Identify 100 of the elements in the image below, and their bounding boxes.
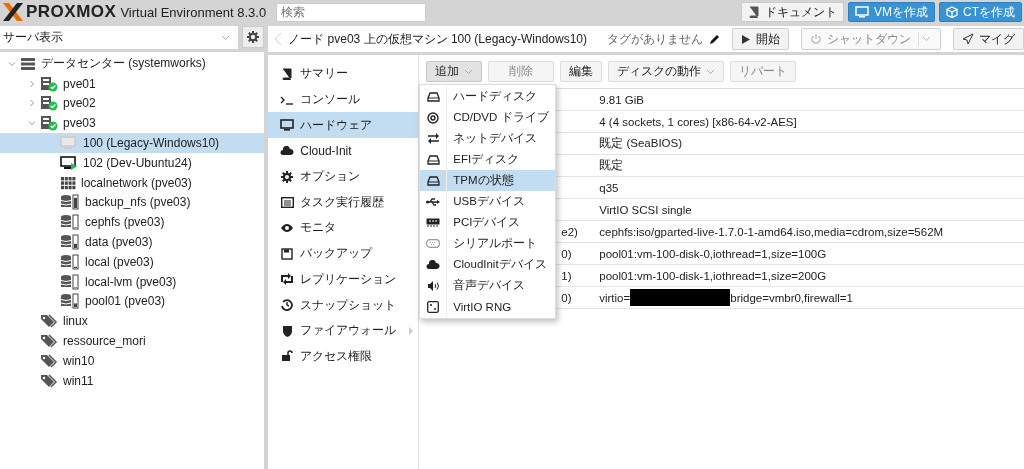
server-check-icon	[40, 75, 58, 92]
nav-item[interactable]: Cloud-Init	[268, 138, 419, 164]
disc-icon	[427, 111, 440, 124]
logo-icon	[2, 2, 24, 22]
menu-item[interactable]: USBデバイス	[420, 191, 556, 212]
product-name: PROXMOX	[26, 2, 117, 22]
table-cell: 4 (4 sockets, 1 cores) [x86-64-v2-AES]	[599, 115, 797, 128]
unlock-icon	[281, 350, 294, 363]
exchange-icon	[426, 133, 440, 144]
tree-item[interactable]: pool01 (pve03)	[0, 291, 265, 312]
documentation-button[interactable]: ドキュメント	[741, 2, 844, 22]
chevron-down-icon	[221, 34, 231, 41]
toolbar-button[interactable]: 編集	[560, 61, 603, 82]
menu-item[interactable]: CD/DVD ドライブ	[420, 107, 556, 128]
table-cell: virtio=	[599, 291, 631, 304]
page-title: ノード pve03 上の仮想マシン 100 (Legacy-Windows10)	[288, 30, 587, 48]
hard-drive-icon	[426, 175, 440, 186]
migrate-button[interactable]: マイグ	[953, 28, 1024, 50]
pencil-icon[interactable]	[709, 33, 720, 45]
nav-item[interactable]: コンソール	[268, 86, 419, 113]
table-cell: VirtIO SCSI single	[599, 203, 692, 216]
view-select[interactable]: サーバ表示	[0, 26, 239, 49]
chevron-right-icon[interactable]	[28, 99, 36, 108]
tags-icon	[40, 333, 58, 350]
tree-item[interactable]: linux	[0, 311, 265, 332]
menu-item[interactable]: TPMの状態	[420, 170, 556, 191]
hard-drive-icon	[426, 91, 440, 102]
cloud-icon	[426, 259, 441, 270]
server-check-icon	[40, 95, 58, 112]
nav-item[interactable]: アクセス権限	[268, 343, 419, 370]
tree-item[interactable]: data (pve03)	[0, 232, 265, 252]
retweet-icon	[280, 273, 295, 286]
tree-item[interactable]: データセンター (systemworks)	[0, 54, 265, 74]
tree-item[interactable]: 100 (Legacy-Windows10)	[0, 133, 265, 153]
nav-item[interactable]: サマリー	[268, 61, 419, 87]
tags-icon	[40, 372, 58, 389]
table-cell: q35	[599, 181, 619, 194]
tree-item[interactable]: backup_nfs (pve03)	[0, 192, 265, 213]
tree-item[interactable]: local (pve03)	[0, 251, 265, 272]
terminal-icon	[280, 94, 295, 105]
tags-label: タグがありません	[607, 30, 703, 48]
table-cell: 0)	[561, 291, 572, 304]
tree-item[interactable]: win11	[0, 370, 265, 391]
play-icon	[741, 33, 751, 45]
power-icon	[810, 33, 822, 45]
search-field[interactable]: 検索	[276, 2, 427, 22]
menu-item[interactable]: ハードディスク	[420, 86, 556, 107]
floppy-icon	[281, 247, 294, 260]
server-rack-icon	[20, 56, 36, 71]
menu-item[interactable]: CloudInitデバイス	[420, 254, 556, 275]
speaker-icon	[426, 280, 440, 291]
monitor-icon	[855, 6, 869, 18]
tree-item[interactable]: pve01	[0, 73, 265, 94]
tree-item[interactable]: pve03	[0, 113, 265, 134]
table-cell: pool01:vm-100-disk-0,iothread=1,size=100G	[599, 247, 827, 260]
tree-item[interactable]: localnetwork (pve03)	[0, 172, 265, 193]
nav-item[interactable]: オプション	[268, 163, 419, 190]
table-cell: cephfs:iso/gparted-live-1.7.0-1-amd64.iso,media=cdrom,size=562M	[599, 225, 944, 238]
dice-icon	[427, 300, 440, 313]
tree-item[interactable]: cephfs (pve03)	[0, 212, 265, 233]
usb-icon	[426, 196, 441, 207]
serial-port-icon	[426, 239, 441, 248]
toolbar-button[interactable]: ディスクの動作	[608, 61, 725, 82]
table-cell: bridge=vmbr0,firewall=1	[730, 291, 853, 304]
menu-item[interactable]: PCIデバイス	[420, 212, 556, 233]
menu-item[interactable]: シリアルポート	[420, 233, 556, 254]
toolbar-button[interactable]: 追加	[426, 61, 483, 82]
gear-icon	[281, 170, 294, 183]
tags-icon	[40, 352, 58, 369]
tree-item[interactable]: local-lvm (pve03)	[0, 271, 265, 292]
table-cell: 1)	[561, 269, 572, 282]
chevron-right-icon[interactable]	[28, 79, 36, 88]
nav-item[interactable]: ハードウェア	[268, 112, 419, 139]
eye-icon	[280, 222, 295, 233]
chevron-down-icon[interactable]	[8, 59, 16, 68]
settings-button[interactable]	[242, 26, 265, 48]
nav-item[interactable]: タスク実行履歴	[268, 189, 419, 216]
table-cell: 0)	[561, 247, 572, 260]
chevron-down-icon[interactable]	[28, 119, 36, 128]
table-cell: pool01:vm-100-disk-1,iothread=1,size=200G	[599, 269, 827, 282]
table-cell: e2)	[561, 225, 578, 238]
paper-plane-icon	[962, 33, 974, 45]
menu-item[interactable]: ネットデバイス	[420, 128, 556, 149]
menu-item[interactable]: VirtIO RNG	[420, 296, 556, 317]
grid-icon	[60, 175, 76, 190]
tree-item[interactable]: 102 (Dev-Ubuntu24)	[0, 153, 265, 173]
start-button[interactable]: 開始	[732, 28, 789, 50]
tree-item[interactable]: pve02	[0, 93, 265, 114]
monitor-icon	[280, 119, 295, 132]
tree-item[interactable]: win10	[0, 350, 265, 371]
nav-item[interactable]: レプリケーション	[268, 266, 419, 293]
table-cell: 既定 (SeaBIOS)	[599, 136, 683, 151]
nav-item[interactable]: スナップショット	[268, 292, 419, 318]
tree-item[interactable]: ressource_mori	[0, 331, 265, 351]
table-cell: 既定	[599, 158, 624, 173]
nav-item[interactable]: モニタ	[268, 215, 419, 241]
nav-item[interactable]: バックアップ	[268, 240, 419, 267]
menu-item[interactable]: 音声デバイス	[420, 275, 556, 296]
nav-item[interactable]: ファイアウォール	[268, 317, 419, 344]
tags-icon	[40, 313, 58, 330]
